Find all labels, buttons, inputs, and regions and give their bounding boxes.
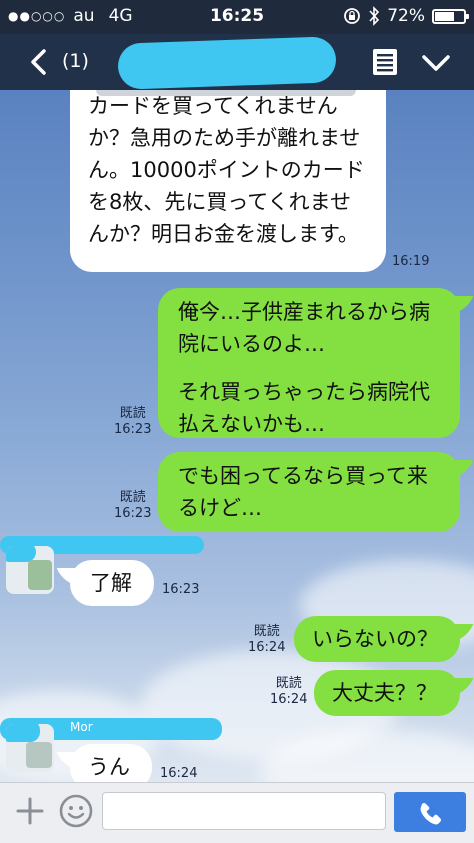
attach-button[interactable] (14, 795, 46, 827)
message-time: 16:24 (160, 766, 198, 781)
contact-name-redaction (117, 36, 337, 90)
phone-icon (420, 803, 441, 825)
chevron-down-icon (422, 55, 450, 71)
chat-area[interactable]: カードを買ってくれませんか？急用のため手が離れません。10000ポイントのカード… (0, 90, 474, 782)
message-time: 16:23 (114, 422, 152, 437)
read-receipt: 既読 (275, 676, 302, 691)
read-receipt: 既読 (253, 624, 280, 639)
read-status: 既読 16:23 (114, 490, 151, 522)
read-status: 既読 16:24 (270, 676, 307, 708)
message-time: 16:23 (114, 506, 152, 521)
message-text-line: それ買っちゃったら病院代払えないかも… (178, 380, 430, 436)
message-text: いらないの？ (312, 627, 438, 651)
sender-avatar[interactable] (6, 724, 54, 772)
chevron-left-icon (31, 49, 46, 75)
status-right: 72% (343, 6, 469, 26)
scrolled-text-redaction (96, 90, 356, 96)
incoming-message-bubble[interactable]: うん (70, 744, 152, 782)
incoming-message-bubble[interactable]: 了解 (70, 560, 154, 606)
read-status: 既読 16:24 (248, 624, 285, 656)
message-text: 了解 (90, 571, 132, 595)
chat-header: (1) (0, 34, 474, 90)
message-input[interactable] (102, 792, 386, 830)
message-time: 16:24 (248, 640, 286, 655)
read-status: 既読 16:23 (114, 406, 151, 438)
rotation-lock-icon (344, 8, 361, 24)
note-button[interactable] (372, 48, 398, 76)
back-button[interactable] (22, 44, 58, 80)
battery-percent: 72% (387, 6, 425, 26)
note-icon (373, 49, 397, 75)
message-text: カードを買ってくれませんか？急用のため手が離れません。10000ポイントのカード… (88, 94, 365, 246)
message-input-bar (0, 782, 474, 843)
outgoing-message-bubble[interactable]: 俺今…子供産まれるから病院にいるのよ… それ買っちゃったら病院代払えないかも… (158, 288, 460, 438)
read-receipt: 既読 (119, 490, 146, 505)
outgoing-message-bubble[interactable]: いらないの？ (294, 616, 460, 662)
outgoing-message-bubble[interactable]: 大丈夫？？ (314, 670, 460, 716)
battery-icon (432, 8, 469, 24)
read-receipt: 既読 (119, 406, 146, 421)
sender-avatar[interactable] (6, 546, 54, 594)
plus-icon (16, 797, 44, 825)
unread-count[interactable]: (1) (62, 50, 89, 72)
bluetooth-icon (369, 6, 380, 26)
incoming-message-bubble[interactable]: カードを買ってくれませんか？急用のため手が離れません。10000ポイントのカード… (70, 90, 386, 272)
message-text: 大丈夫？？ (332, 681, 437, 705)
call-button[interactable] (394, 792, 466, 832)
emoji-button[interactable] (58, 793, 94, 829)
status-bar: ●●○○○ au 4G 16:25 72% (0, 0, 474, 34)
sender-name-fragment: Mor (70, 720, 93, 734)
message-time: 16:19 (392, 254, 430, 269)
message-text: うん (88, 755, 130, 779)
message-text-line: 俺今…子供産まれるから病院にいるのよ… (178, 300, 430, 356)
outgoing-message-bubble[interactable]: でも困ってるなら買って来るけど… (158, 452, 460, 532)
smiley-icon (59, 794, 93, 828)
message-text: でも困ってるなら買って来るけど… (178, 464, 428, 520)
message-time: 16:23 (162, 582, 200, 597)
message-time: 16:24 (270, 692, 308, 707)
menu-toggle-button[interactable] (420, 52, 452, 74)
